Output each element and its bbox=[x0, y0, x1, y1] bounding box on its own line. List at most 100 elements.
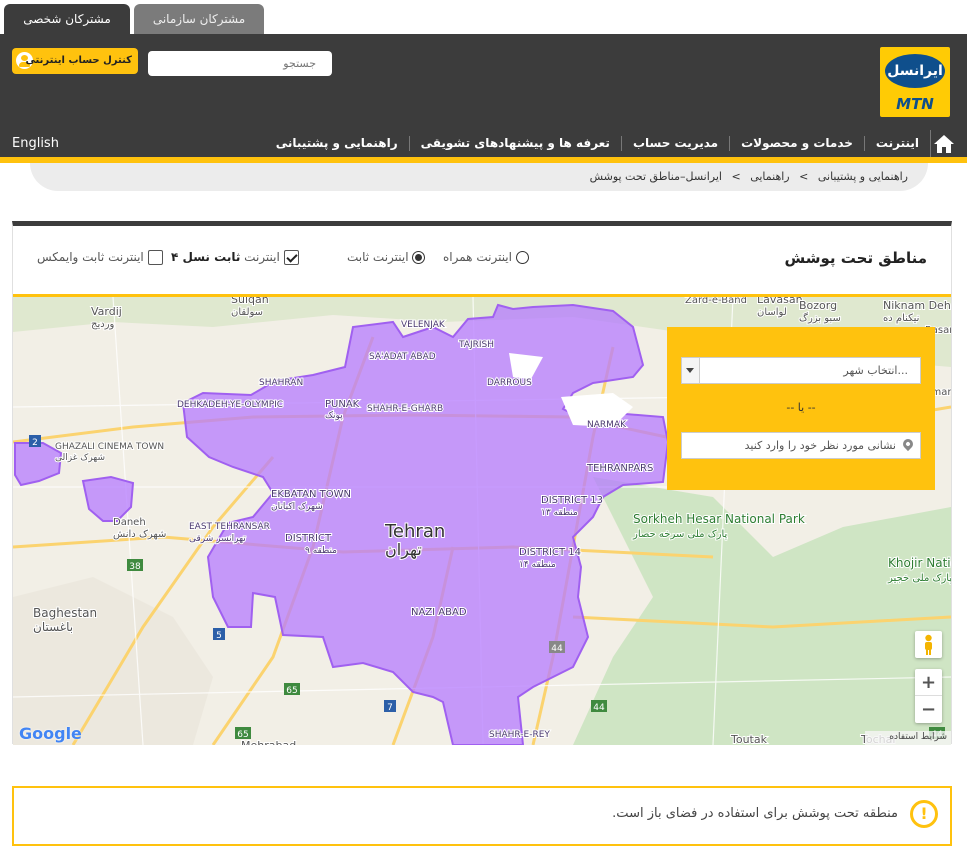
route-shield-7-label: 7 bbox=[387, 703, 393, 713]
street-view-pegman[interactable] bbox=[915, 631, 942, 658]
option-fixed-label: اینترنت ثابت bbox=[347, 250, 409, 264]
radio-mobile[interactable] bbox=[515, 251, 529, 264]
breadcrumb: راهنمایی و پشتیبانی > راهنمایی > ایرانسل… bbox=[590, 170, 908, 183]
map-label: NAZI ABAD bbox=[411, 607, 467, 618]
map-label: DISTRICT bbox=[285, 533, 332, 544]
logo-brand-fa: ایرانسل bbox=[885, 54, 945, 88]
map-label: شهرک غزالی bbox=[55, 452, 105, 463]
google-logo[interactable]: Google bbox=[19, 724, 82, 743]
account-type-tabs: مشترکان شخصی مشترکان سازمانی bbox=[0, 0, 967, 34]
map-label: سولقان bbox=[231, 307, 263, 318]
option-wimax[interactable]: اینترنت ثابت وایمکس bbox=[37, 250, 163, 265]
coverage-map[interactable]: 2 38 5 65 65 7 44 44 44 TehranتهرانVardi… bbox=[13, 297, 951, 745]
route-shield-44b-label: 44 bbox=[593, 703, 605, 713]
search-input[interactable] bbox=[148, 51, 332, 76]
map-label: EAST TEHRANSAR bbox=[189, 522, 270, 532]
map-label: منطقه ۹ bbox=[305, 546, 337, 556]
map-label: Zard-e-Band bbox=[685, 297, 747, 306]
or-divider: -- یا -- bbox=[786, 401, 816, 414]
internet-account-label: کنترل حساب اینترنتی bbox=[25, 55, 132, 66]
map-label: Sulqan bbox=[231, 297, 269, 306]
zoom-out-button[interactable]: − bbox=[915, 696, 942, 723]
tab-business[interactable]: مشترکان سازمانی bbox=[134, 4, 264, 34]
address-input[interactable]: نشانی مورد نظر خود را وارد کنید bbox=[681, 432, 921, 459]
option-fixed-4g-label: ثابت نسل ۴ bbox=[171, 250, 241, 264]
map-label: Khojir National Park bbox=[888, 556, 951, 570]
map-label: نیکنام ده bbox=[883, 313, 919, 324]
map-label: سبو بزرگ bbox=[799, 311, 841, 324]
option-mobile-label: اینترنت همراه bbox=[443, 250, 512, 264]
city-select[interactable]: انتخاب شهر... bbox=[681, 357, 921, 384]
nav-item-account[interactable]: مدیریت حساب bbox=[620, 136, 729, 151]
outdoor-notice: ! منطقه تحت پوشش برای استفاده در فضای با… bbox=[12, 786, 952, 846]
radio-fixed[interactable] bbox=[412, 251, 426, 264]
map-label: باغستان bbox=[33, 620, 73, 634]
route-shield-65-label: 65 bbox=[286, 686, 297, 696]
nav-menu: اینترنت خدمات و محصولات مدیریت حساب تعرف… bbox=[265, 130, 957, 157]
map-label: منطقه ۱۴ bbox=[519, 560, 556, 570]
pegman-icon bbox=[925, 634, 932, 655]
route-shield-44-label: 44 bbox=[551, 644, 563, 654]
route-shield-38-label: 38 bbox=[129, 562, 141, 572]
coverage-panel: مناطق تحت پوشش اینترنت همراه اینترنت ثاب… bbox=[12, 221, 952, 745]
map-label: Sorkheh Hesar National Park bbox=[633, 512, 805, 526]
nav-item-tariffs[interactable]: تعرفه ها و پیشنهادهای تشویقی bbox=[408, 136, 621, 151]
map-label: لواسان bbox=[757, 307, 787, 318]
map-terms-bar: شرایط استفاده bbox=[865, 731, 951, 745]
map-label: تهرانسر شرقی bbox=[189, 534, 246, 544]
chevron-down-icon[interactable] bbox=[682, 358, 700, 383]
city-select-value: انتخاب شهر... bbox=[843, 364, 908, 377]
map-label: DEHKADEH-YE-OLYMPIC bbox=[177, 400, 283, 410]
tab-personal[interactable]: مشترکان شخصی bbox=[4, 4, 130, 34]
map-terms-link[interactable]: شرایط استفاده bbox=[889, 732, 947, 742]
map-label: SHAHR-E-REY bbox=[489, 730, 550, 740]
breadcrumb-item-current: ایرانسل–مناطق تحت پوشش bbox=[589, 170, 722, 183]
map-label: SA'ADAT ABAD bbox=[369, 352, 436, 362]
map-label: Mehrabad bbox=[241, 739, 296, 745]
nav-item-support[interactable]: راهنمایی و پشتیبانی bbox=[265, 136, 409, 151]
breadcrumb-separator: > bbox=[731, 170, 741, 183]
irancell-logo[interactable]: ایرانسل MTN bbox=[880, 47, 950, 117]
map-label: شهرک دانش bbox=[113, 529, 166, 540]
google-logo-text: Google bbox=[19, 724, 82, 743]
map-label: DISTRICT 14 bbox=[519, 547, 581, 558]
map-label: TEHRANPARS bbox=[586, 463, 653, 474]
option-fixed-4g-prefix: اینترنت bbox=[244, 250, 280, 264]
map-label: DISTRICT 13 bbox=[541, 495, 603, 506]
checkbox-wimax[interactable] bbox=[147, 250, 163, 265]
map-label: پارک ملی سرخه حصار bbox=[632, 529, 728, 540]
main-nav: English اینترنت خدمات و محصولات مدیریت ح… bbox=[0, 130, 967, 157]
breadcrumb-item-guide[interactable]: راهنمایی bbox=[750, 170, 789, 183]
language-switch[interactable]: English bbox=[12, 130, 59, 157]
address-placeholder: نشانی مورد نظر خود را وارد کنید bbox=[744, 439, 896, 452]
checkbox-fixed-4g[interactable] bbox=[283, 250, 299, 265]
map-label: VELENJAK bbox=[401, 320, 446, 330]
map-label: PUNAK bbox=[325, 399, 360, 410]
location-pin-icon bbox=[900, 436, 916, 452]
option-fixed-4g[interactable]: اینترنت ثابت نسل ۴ bbox=[171, 250, 299, 265]
map-label: Lavasan bbox=[757, 297, 803, 306]
map-label: Daneh bbox=[113, 517, 146, 528]
map-label: Baghestan bbox=[33, 606, 97, 620]
internet-account-button[interactable]: کنترل حساب اینترنتی bbox=[12, 48, 138, 74]
site-header: ایرانسل MTN کنترل حساب اینترنتی bbox=[0, 34, 967, 130]
map-label: EKBATAN TOWN bbox=[271, 489, 351, 500]
map-label: پونک bbox=[325, 411, 343, 421]
map-label: پارک ملی خجیر bbox=[887, 573, 951, 584]
breadcrumb-item-support[interactable]: راهنمایی و پشتیبانی bbox=[818, 170, 908, 183]
option-wimax-label: اینترنت ثابت وایمکس bbox=[37, 250, 144, 264]
option-mobile[interactable]: اینترنت همراه bbox=[443, 250, 529, 264]
nav-item-services[interactable]: خدمات و محصولات bbox=[729, 136, 864, 151]
location-finder: انتخاب شهر... -- یا -- نشانی مورد نظر خو… bbox=[667, 327, 935, 490]
map-label: SHAHRAN bbox=[259, 378, 303, 388]
map-label: TAJRISH bbox=[458, 340, 494, 350]
map-label: Niknam Deh bbox=[883, 299, 951, 312]
map-label: GHAZALI CINEMA TOWN bbox=[55, 442, 164, 452]
zoom-in-button[interactable]: + bbox=[915, 669, 942, 696]
map-label: منطقه ۱۳ bbox=[541, 508, 578, 518]
home-icon[interactable] bbox=[930, 130, 957, 157]
nav-item-internet[interactable]: اینترنت bbox=[863, 136, 930, 151]
option-fixed[interactable]: اینترنت ثابت bbox=[347, 250, 426, 264]
breadcrumb-bar: راهنمایی و پشتیبانی > راهنمایی > ایرانسل… bbox=[30, 163, 928, 191]
zoom-controls: + − bbox=[915, 669, 942, 723]
